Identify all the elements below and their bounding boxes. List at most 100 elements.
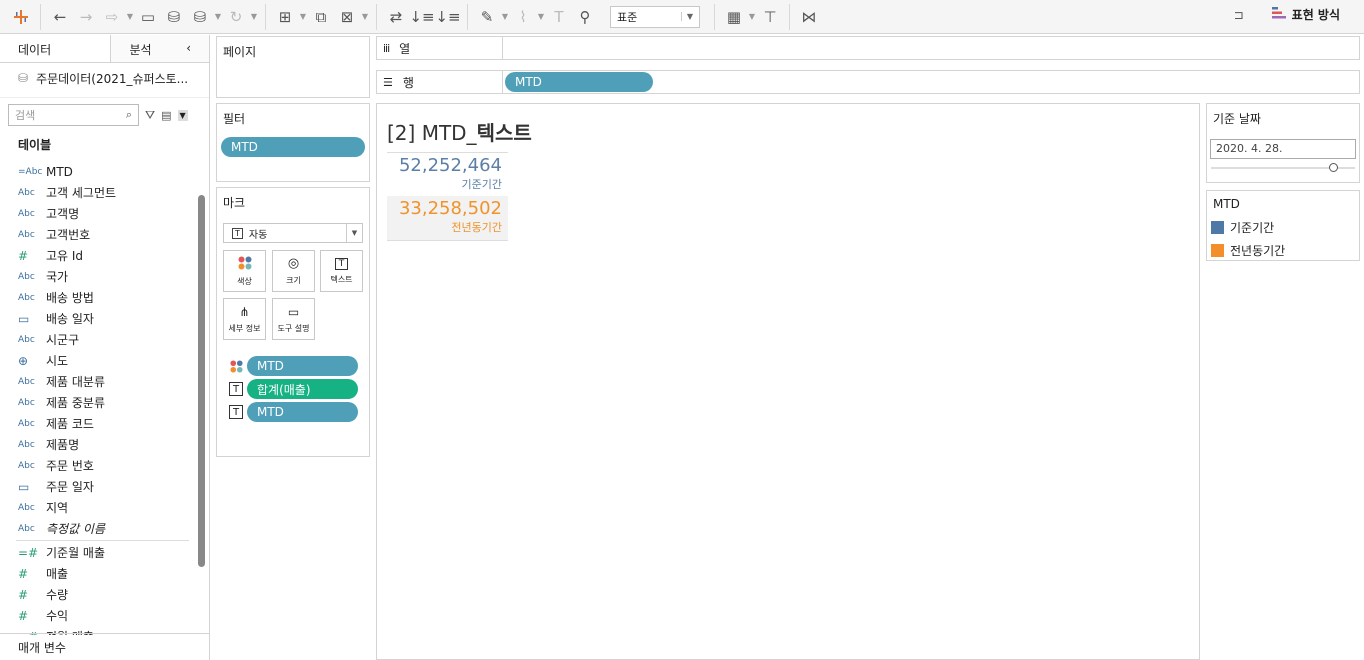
field-item[interactable]: Abc 지역 — [0, 497, 209, 518]
worksheet-view[interactable]: [2] MTD_텍스트 52,252,464 기준기간 33,258,502 전… — [376, 103, 1200, 660]
redo-icon[interactable]: → — [73, 4, 99, 30]
data-replace-icon[interactable]: ⇨ — [99, 4, 125, 30]
chevron-down-icon[interactable]: ▼ — [177, 109, 188, 121]
swap-rows-columns-icon[interactable]: ⇄ — [383, 4, 409, 30]
view-title-prefix: [2] MTD_ — [387, 121, 477, 145]
size-button[interactable]: ◎ 크기 — [272, 250, 315, 292]
chevron-down-icon[interactable]: ▼ — [500, 12, 510, 21]
size-icon: ◎ — [287, 256, 300, 271]
filter-pill[interactable]: MTD — [221, 137, 365, 157]
field-item[interactable]: ⊕ 시도 — [0, 350, 209, 371]
clear-sheet-icon[interactable]: ⊠ — [334, 4, 360, 30]
save-icon[interactable]: ▭ — [135, 4, 161, 30]
new-datasource-icon[interactable]: ⛁ — [161, 4, 187, 30]
chevron-down-icon[interactable]: ▼ — [360, 12, 370, 21]
pause-update-icon[interactable]: ⛁ — [187, 4, 213, 30]
datasource-item[interactable]: ⛁ 주문데이터(2021_슈퍼스토... — [0, 63, 209, 93]
field-item[interactable]: Abc 측정값 이름 — [0, 518, 209, 539]
text-mark-row[interactable]: 52,252,464 기준기간 — [387, 152, 508, 196]
field-item[interactable]: Abc 배송 방법 — [0, 287, 209, 308]
field-item[interactable]: =Abc MTD — [0, 161, 209, 182]
undo-icon[interactable]: ← — [47, 4, 73, 30]
color-icon — [229, 359, 243, 373]
columns-shelf[interactable]: iii 열 — [376, 36, 1360, 60]
field-item[interactable]: Abc 제품 코드 — [0, 413, 209, 434]
text-button[interactable]: T 텍스트 — [320, 250, 363, 292]
field-item[interactable]: Abc 주문 번호 — [0, 455, 209, 476]
chevron-down-icon[interactable]: ▼ — [536, 12, 546, 21]
chevron-down-icon[interactable]: ▼ — [249, 12, 259, 21]
fit-select[interactable]: 표준 ▼ — [610, 5, 700, 28]
date-slider[interactable] — [1211, 163, 1355, 172]
chevron-down-icon[interactable]: ▼ — [213, 12, 223, 21]
field-item[interactable]: Abc 제품명 — [0, 434, 209, 455]
rows-icon: ☰ — [383, 75, 393, 89]
marks-pill-color[interactable]: MTD — [247, 356, 358, 376]
chevron-down-icon[interactable]: ▼ — [125, 12, 135, 21]
rows-shelf[interactable]: ☰ 행 MTD — [376, 70, 1360, 94]
text-mark-row[interactable]: 33,258,502 전년동기간 — [387, 196, 508, 241]
color-label: 색상 — [237, 276, 252, 286]
field-item[interactable]: Abc 시군구 — [0, 329, 209, 350]
show-cards-icon[interactable]: ▦ — [721, 4, 747, 30]
field-item[interactable]: =# 기준월 매출 — [0, 542, 209, 563]
field-item[interactable]: Abc 국가 — [0, 266, 209, 287]
refresh-icon[interactable]: ↻ — [223, 4, 249, 30]
slider-knob[interactable] — [1329, 163, 1338, 172]
filters-title: 필터 — [223, 112, 246, 126]
chevron-down-icon[interactable]: ▼ — [298, 12, 308, 21]
text-mark-icon: T — [232, 227, 243, 239]
field-item[interactable]: ▭ 주문 일자 — [0, 476, 209, 497]
share-icon[interactable]: ⋈ — [796, 4, 822, 30]
show-mark-labels-icon[interactable]: T — [546, 4, 572, 30]
field-item[interactable]: Abc 고객번호 — [0, 224, 209, 245]
search-placeholder: 검색 — [15, 109, 36, 122]
calculated-number-icon: =# — [18, 545, 39, 560]
filter-icon[interactable]: ⛛ — [145, 108, 155, 123]
rows-pill[interactable]: MTD — [505, 72, 653, 92]
date-input[interactable]: 2020. 4. 28. — [1210, 139, 1356, 159]
field-item[interactable]: # 고유 Id — [0, 245, 209, 266]
pin-icon[interactable]: ⚲ — [572, 4, 598, 30]
mark-type-select[interactable]: T 자동 ▼ — [223, 223, 363, 243]
legend-item[interactable]: 전년동기간 — [1207, 240, 1359, 263]
detail-button[interactable]: ⋔ 세부 정보 — [223, 298, 266, 340]
field-item[interactable]: Abc 제품 대분류 — [0, 371, 209, 392]
highlight-icon[interactable]: ✎ — [474, 4, 500, 30]
show-me-button[interactable]: ⊐ 표현 방식 — [1234, 6, 1340, 23]
field-item[interactable]: Abc 고객 세그먼트 — [0, 182, 209, 203]
detail-label: 세부 정보 — [228, 323, 261, 333]
field-item[interactable]: # 수량 — [0, 584, 209, 605]
legend-item[interactable]: 기준기간 — [1207, 217, 1359, 240]
field-item[interactable]: # 수익 — [0, 605, 209, 626]
sort-descending-icon[interactable]: ↓≡ — [435, 4, 461, 30]
scrollbar[interactable] — [198, 195, 205, 567]
field-name: 주문 일자 — [46, 480, 94, 494]
field-name: 측정값 이름 — [46, 522, 106, 536]
field-name: 시도 — [46, 354, 69, 368]
new-worksheet-icon[interactable]: ⊞ — [272, 4, 298, 30]
field-item[interactable]: Abc 제품 중분류 — [0, 392, 209, 413]
field-item[interactable]: Abc 고객명 — [0, 203, 209, 224]
search-input[interactable]: 검색 ⌕ — [8, 104, 139, 126]
tableau-logo-icon[interactable] — [8, 4, 34, 30]
marks-pill-text-measure[interactable]: 합계(매출) — [247, 379, 358, 399]
group-icon[interactable]: ⌇ — [510, 4, 536, 30]
marks-pill-text-dimension[interactable]: MTD — [247, 402, 358, 422]
color-button[interactable]: 색상 — [223, 250, 266, 292]
tooltip-button[interactable]: ▭ 도구 설명 — [272, 298, 315, 340]
tab-analytics[interactable]: 분석 ‹ — [111, 35, 209, 62]
collapse-icon[interactable]: ‹ — [186, 41, 191, 56]
sort-ascending-icon[interactable]: ↓≡ — [409, 4, 435, 30]
field-item[interactable]: # 매출 — [0, 563, 209, 584]
datasource-icon: ⛁ — [18, 71, 29, 85]
calendar-icon: ▭ — [18, 311, 30, 326]
string-icon: Abc — [18, 439, 35, 450]
field-item[interactable]: ▭ 배송 일자 — [0, 308, 209, 329]
chevron-down-icon[interactable]: ▼ — [747, 12, 757, 21]
marks-title: 마크 — [223, 196, 246, 210]
view-list-icon[interactable]: ▤ — [161, 109, 171, 122]
duplicate-sheet-icon[interactable]: ⧉ — [308, 4, 334, 30]
tab-data[interactable]: 데이터 — [0, 35, 112, 62]
presentation-icon[interactable]: ⊤ — [757, 4, 783, 30]
